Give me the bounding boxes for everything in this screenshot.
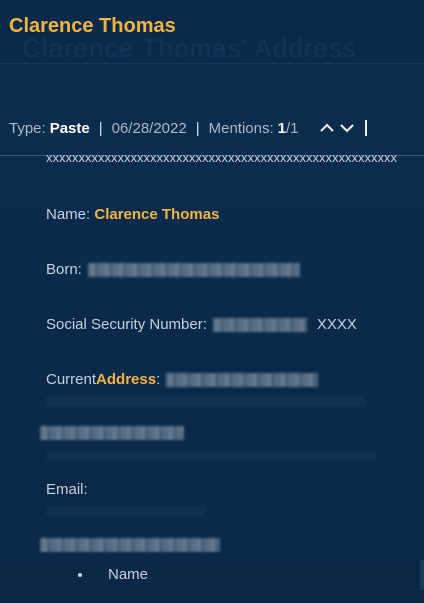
address-label-highlight: Address bbox=[96, 371, 157, 388]
type-value: Paste bbox=[49, 119, 90, 137]
faded-text bbox=[46, 451, 376, 461]
meta-separator: | bbox=[98, 119, 103, 137]
header-divider bbox=[0, 63, 424, 64]
page-title: Clarence Thomas bbox=[9, 15, 176, 37]
toolbar-end-bar bbox=[364, 120, 367, 136]
redacted-address bbox=[166, 372, 319, 387]
faded-text bbox=[46, 506, 206, 516]
meta-separator: | bbox=[195, 119, 200, 137]
meta-bar: Type: Paste | 06/28/2022 | Mentions: 1/1 bbox=[9, 118, 367, 138]
name-row: Name: Clarence Thomas bbox=[46, 206, 219, 223]
mentions-total: /1 bbox=[286, 119, 299, 137]
faded-text bbox=[46, 396, 366, 406]
address-continuation-row bbox=[40, 426, 184, 440]
scrollbar[interactable] bbox=[420, 560, 424, 590]
address-label-suffix: : bbox=[156, 371, 161, 388]
email-label: Email: bbox=[46, 481, 88, 498]
bullet-icon bbox=[78, 572, 82, 577]
email-row: Email: bbox=[46, 481, 88, 498]
mentions-counter: 1/1 bbox=[278, 120, 299, 137]
mention-navigation bbox=[319, 121, 355, 135]
chevron-down-icon[interactable] bbox=[339, 121, 355, 135]
address-label-prefix: Current bbox=[46, 371, 97, 388]
redacted-email bbox=[40, 538, 220, 552]
redacted-born bbox=[87, 262, 300, 277]
email-value-row bbox=[40, 538, 220, 552]
name-value: Clarence Thomas bbox=[94, 206, 220, 223]
redacted-ssn bbox=[212, 317, 307, 332]
address-row: Current Address: bbox=[46, 371, 319, 388]
document-viewer: Clarence Thomas' Address Clarence Thomas… bbox=[0, 0, 424, 603]
masked-line: xxxxxxxxxxxxxxxxxxxxxxxxxxxxxxxxxxxxxxxx… bbox=[46, 150, 397, 165]
redacted-address-line bbox=[40, 426, 184, 440]
list-item-label: Name bbox=[108, 566, 149, 583]
type-label: Type: bbox=[9, 119, 46, 137]
header: Clarence Thomas' Address Clarence Thomas bbox=[0, 0, 424, 64]
ssn-row: Social Security Number: XXXX bbox=[46, 316, 357, 333]
date-value: 06/28/2022 bbox=[111, 119, 187, 137]
ssn-suffix: XXXX bbox=[316, 316, 357, 333]
born-label: Born: bbox=[46, 261, 82, 278]
mentions-current: 1 bbox=[277, 119, 286, 137]
ssn-label: Social Security Number: bbox=[46, 316, 207, 333]
list-item: Name bbox=[78, 566, 148, 583]
born-row: Born: bbox=[46, 261, 300, 278]
chevron-up-icon[interactable] bbox=[319, 121, 335, 135]
mentions-label: Mentions: bbox=[208, 119, 274, 137]
name-label: Name: bbox=[46, 206, 91, 223]
